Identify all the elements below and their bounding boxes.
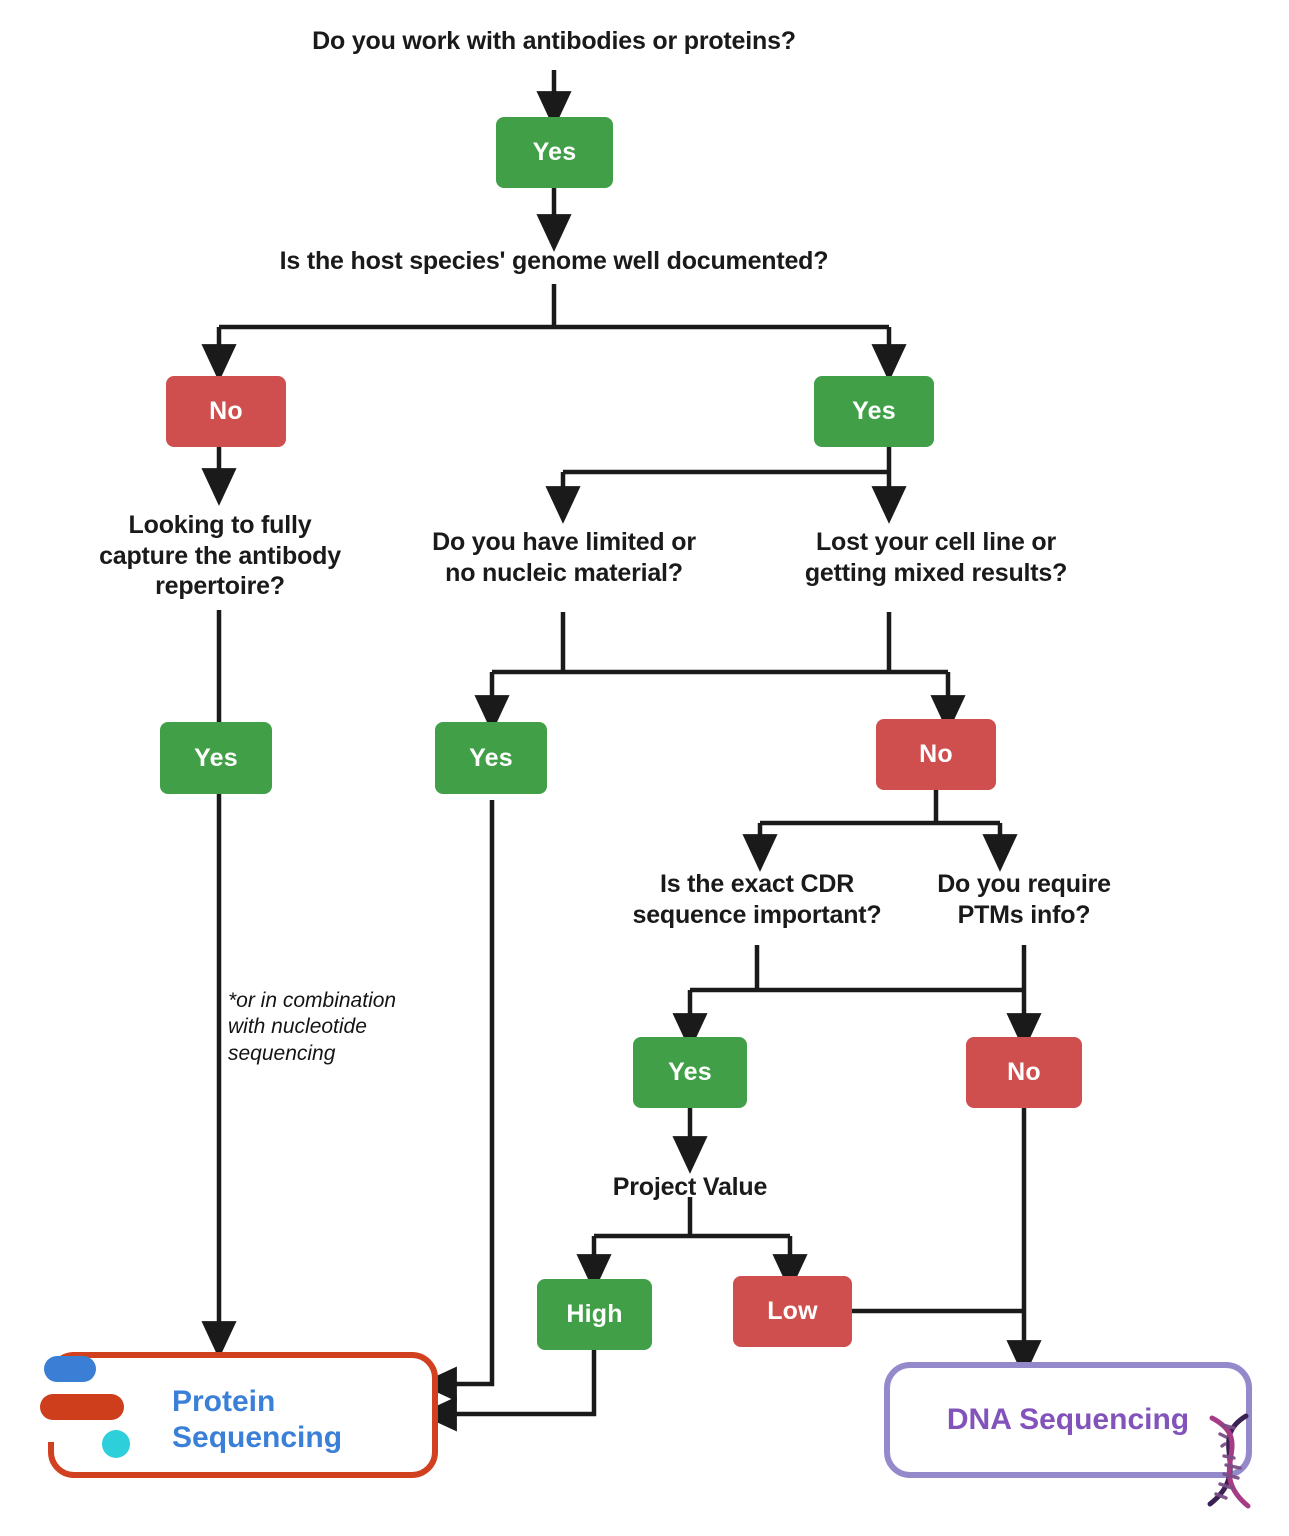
- decision-genome-yes[interactable]: Yes: [814, 376, 934, 447]
- question-exact-cdr-sequence: Is the exact CDR sequence important?: [632, 870, 882, 929]
- decision-repertoire-yes[interactable]: Yes: [160, 722, 272, 794]
- logo-cyan-dot-icon: [102, 1430, 130, 1458]
- logo-blue-bar-icon: [44, 1356, 96, 1382]
- footnote-combination-nucleotide: *or in combination with nucleotide seque…: [228, 989, 397, 1065]
- decision-flowchart: Do you work with antibodies or proteins?…: [0, 0, 1289, 1536]
- decision-value-low[interactable]: Low: [733, 1276, 852, 1347]
- decision-label: No: [209, 397, 243, 425]
- decision-value-high[interactable]: High: [537, 1279, 652, 1350]
- decision-label: Yes: [194, 743, 238, 772]
- question-work-with-antibodies: Do you work with antibodies or proteins?: [312, 27, 796, 55]
- decision-label: Yes: [852, 397, 896, 425]
- decision-label: Yes: [532, 138, 577, 166]
- decision-nucleic-yes[interactable]: Yes: [435, 722, 547, 794]
- decision-genome-no[interactable]: No: [166, 376, 286, 447]
- question-genome-documented: Is the host species' genome well documen…: [279, 247, 829, 275]
- decision-label: No: [1007, 1058, 1041, 1086]
- decision-label: Yes: [668, 1058, 712, 1086]
- logo-red-bar-icon: [40, 1394, 124, 1420]
- question-lost-cell-line: Lost your cell line or getting mixed res…: [804, 528, 1068, 587]
- terminal-dna-sequencing[interactable]: DNA Sequencing: [884, 1362, 1252, 1509]
- terminal-label: Protein Sequencing: [172, 1385, 343, 1454]
- decision-label: No: [919, 740, 953, 768]
- terminal-label: DNA Sequencing: [946, 1403, 1190, 1436]
- decision-label: Low: [767, 1297, 818, 1325]
- decision-cellline-no[interactable]: No: [876, 719, 996, 790]
- decision-root-yes[interactable]: Yes: [496, 117, 613, 188]
- question-antibody-repertoire: Looking to fully capture the antibody re…: [99, 511, 341, 600]
- question-require-ptms: Do you require PTMs info?: [937, 870, 1111, 929]
- question-limited-nucleic-material: Do you have limited or no nucleic materi…: [432, 528, 696, 587]
- decision-label: Yes: [469, 743, 513, 772]
- decision-ptms-no[interactable]: No: [966, 1037, 1082, 1108]
- dna-helix-icon: [1207, 1413, 1251, 1509]
- protein-sequencing-logo-icon: [30, 1352, 140, 1462]
- decision-cdr-yes[interactable]: Yes: [633, 1037, 747, 1108]
- decision-label: High: [566, 1300, 623, 1328]
- question-project-value: Project Value: [612, 1173, 768, 1201]
